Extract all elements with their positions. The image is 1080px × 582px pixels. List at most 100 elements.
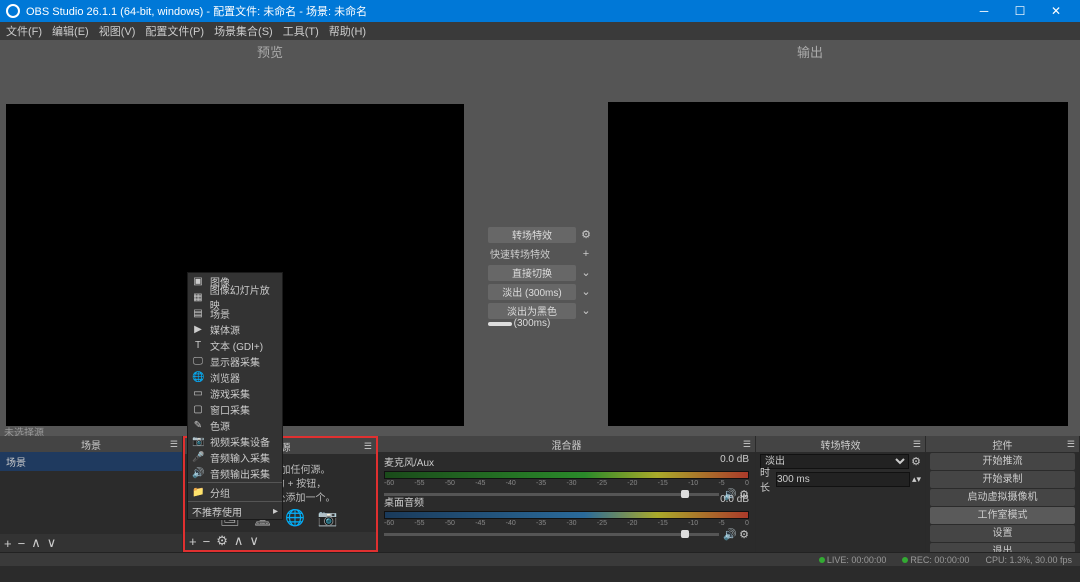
hamburger-icon[interactable]: ☰ [913,439,921,450]
transition-panel: 转场特效 ⚙ 快速转场特效 + 直接切换⌄ 淡出 (300ms)⌄ 淡出为黑色 … [488,226,594,326]
ctx-slideshow[interactable]: ▦图像幻灯片放映 [188,289,282,305]
mixer-header[interactable]: 混合器☰ [378,436,755,452]
chevron-down-icon[interactable]: ⌄ [578,265,594,281]
transition-gear-icon[interactable]: ⚙ [578,227,594,243]
audioin-icon: 🎤 [192,452,204,463]
mixer-track-mic: 麦克风/Aux0.0 dB -60-55-50-45-40-35-30-25-2… [378,452,755,492]
status-cpu: CPU: 1.3%, 30.00 fps [985,555,1072,565]
add-transition-icon[interactable]: + [578,246,594,262]
speaker-icon[interactable]: 🔊 [723,528,737,541]
add-scene-button[interactable]: + [4,536,12,551]
hamburger-icon[interactable]: ☰ [743,439,751,450]
hamburger-icon[interactable]: ☰ [170,439,178,450]
gear-icon[interactable]: ⚙ [911,455,921,468]
statusbar: LIVE: 00:00:00 REC: 00:00:00 CPU: 1.3%, … [0,552,1080,566]
sources-toolbar: + − ⚙ ∧ ∨ [185,532,376,550]
unselected-hint: 未选择源 [0,424,48,436]
preview-area: 预览 输出 转场特效 ⚙ 快速转场特效 + 直接切换⌄ 淡出 (300ms)⌄ … [0,40,1080,436]
chevron-down-icon[interactable]: ⌄ [578,284,594,300]
tbar-slider[interactable] [488,322,512,326]
scenes-panel: 场景☰ 场景 + − ∧ ∨ [0,436,183,552]
window-title: OBS Studio 26.1.1 (64-bit, windows) - 配置… [26,3,966,19]
remove-scene-button[interactable]: − [18,536,26,551]
menu-scene-collection[interactable]: 场景集合(S) [214,23,273,39]
db-ticks: -60-55-50-45-40-35-30-25-20-15-10-50 [384,520,749,527]
start-stream-button[interactable]: 开始推流 [930,453,1075,470]
preview-label: 预览 [257,42,283,61]
source-down-button[interactable]: ∨ [249,533,259,549]
remove-source-button[interactable]: − [203,534,211,549]
game-icon: ▭ [192,388,204,399]
slideshow-icon: ▦ [192,292,204,303]
transition-fade[interactable]: 淡出 (300ms) [488,284,576,300]
menu-edit[interactable]: 编辑(E) [52,23,89,39]
menu-file[interactable]: 文件(F) [6,23,42,39]
ctx-color[interactable]: ✎色源 [188,417,282,433]
source-context-menu: ▣图像 ▦图像幻灯片放映 ▤场景 ▶媒体源 T文本 (GDI+) 🖵显示器采集 … [187,272,283,520]
audioout-icon: 🔊 [192,468,204,479]
scene-down-button[interactable]: ∨ [47,535,57,551]
menu-view[interactable]: 视图(V) [99,23,136,39]
start-virtualcam-button[interactable]: 启动虚拟摄像机 [930,489,1075,506]
menu-help[interactable]: 帮助(H) [329,23,366,39]
ctx-browser[interactable]: 🌐浏览器 [188,369,282,385]
ctx-deprecated[interactable]: 不推荐使用▸ [188,503,282,519]
scenes-header[interactable]: 场景☰ [0,436,182,452]
rec-dot-icon [902,557,908,563]
quick-transition-label: 快速转场特效 [488,246,576,261]
source-props-button[interactable]: ⚙ [216,533,228,549]
color-icon: ✎ [192,420,204,431]
folder-icon: 📁 [192,487,204,498]
menu-profile[interactable]: 配置文件(P) [145,23,204,39]
chevron-right-icon: ▸ [273,506,278,517]
ctx-window[interactable]: ▢窗口采集 [188,401,282,417]
output-label: 输出 [797,42,823,61]
duration-input[interactable] [776,472,910,487]
scene-up-button[interactable]: ∧ [31,535,41,551]
chevron-down-icon[interactable]: ⌄ [578,303,594,319]
transition-button[interactable]: 转场特效 [488,227,576,243]
text-icon: T [192,340,204,351]
add-source-button[interactable]: + [189,534,197,549]
camera-icon: 📷 [192,436,204,447]
settings-button[interactable]: 设置 [930,525,1075,542]
menu-tools[interactable]: 工具(T) [283,23,319,39]
image-icon: ▣ [192,276,204,287]
duration-label: 时长 [760,464,774,494]
media-icon: ▶ [192,324,204,335]
source-up-button[interactable]: ∧ [234,533,244,549]
transitions-panel: 转场特效☰ 淡出 ⚙ 时长 ▴▾ [756,436,926,552]
vu-meter [384,471,749,479]
gear-icon[interactable]: ⚙ [739,528,749,541]
hamburger-icon[interactable]: ☰ [1067,439,1075,450]
ctx-audioout[interactable]: 🔊音频输出采集 [188,465,282,481]
ctx-group[interactable]: 📁分组 [188,484,282,500]
exit-button[interactable]: 退出 [930,543,1075,552]
scene-icon: ▤ [192,308,204,319]
obs-logo-icon [6,4,20,18]
status-rec: REC: 00:00:00 [910,555,969,565]
start-record-button[interactable]: 开始录制 [930,471,1075,488]
stepper-icon[interactable]: ▴▾ [912,474,921,485]
window-icon: ▢ [192,404,204,415]
ctx-audioin[interactable]: 🎤音频输入采集 [188,449,282,465]
ctx-media[interactable]: ▶媒体源 [188,321,282,337]
transition-fade-black[interactable]: 淡出为黑色 (300ms) [488,303,576,319]
transition-select[interactable]: 淡出 [760,454,909,469]
maximize-button[interactable]: ☐ [1002,0,1038,22]
ctx-camera[interactable]: 📷视频采集设备 [188,433,282,449]
transition-cut[interactable]: 直接切换 [488,265,576,281]
ctx-display[interactable]: 🖵显示器采集 [188,353,282,369]
hamburger-icon[interactable]: ☰ [364,441,372,452]
controls-header[interactable]: 控件☰ [926,436,1079,452]
live-dot-icon [819,557,825,563]
transitions-header[interactable]: 转场特效☰ [756,436,925,452]
minimize-button[interactable]: ─ [966,0,1002,22]
studio-mode-button[interactable]: 工作室模式 [930,507,1075,524]
ctx-game[interactable]: ▭游戏采集 [188,385,282,401]
close-button[interactable]: ✕ [1038,0,1074,22]
ctx-text[interactable]: T文本 (GDI+) [188,337,282,353]
volume-slider[interactable] [384,533,719,536]
db-ticks: -60-55-50-45-40-35-30-25-20-15-10-50 [384,480,749,487]
scene-item[interactable]: 场景 [0,452,182,471]
